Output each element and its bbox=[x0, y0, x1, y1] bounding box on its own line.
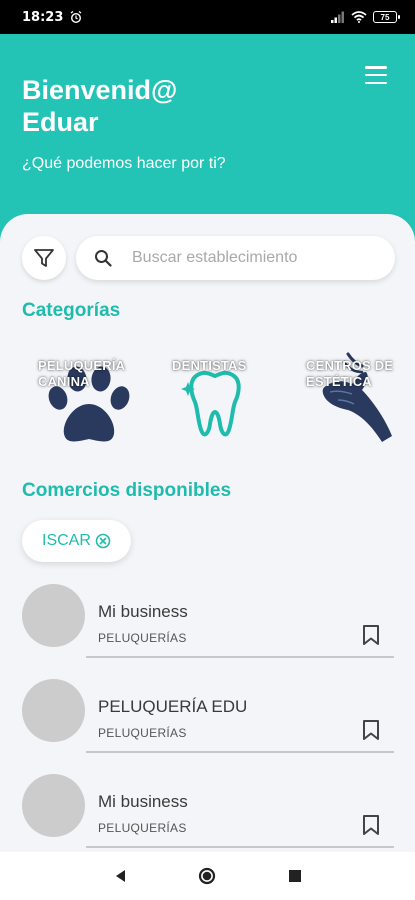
status-time: 18:23 bbox=[22, 9, 64, 25]
business-list-item[interactable]: Mi business PELUQUERÍAS bbox=[0, 578, 415, 673]
header-subtitle: ¿Qué podemos hacer por ti? bbox=[22, 155, 226, 172]
recents-square-icon[interactable] bbox=[286, 867, 304, 885]
category-label: PELUQUERÍA CANINA bbox=[38, 358, 125, 389]
hamburger-menu-icon[interactable] bbox=[365, 66, 387, 84]
business-list-item[interactable]: PELUQUERÍA EDU PELUQUERÍAS bbox=[0, 673, 415, 768]
bookmark-icon[interactable] bbox=[361, 624, 381, 646]
active-filter-label: ISCAR bbox=[42, 532, 91, 549]
bookmark-icon[interactable] bbox=[361, 814, 381, 836]
greeting-user-name: Eduar bbox=[22, 107, 99, 137]
business-avatar bbox=[22, 774, 85, 837]
battery-icon: 75 bbox=[373, 11, 400, 23]
divider bbox=[86, 751, 394, 753]
status-bar: 18:23 75 bbox=[0, 0, 415, 34]
search-row bbox=[22, 236, 395, 280]
divider bbox=[86, 656, 394, 658]
tooth-icon bbox=[181, 370, 241, 437]
filter-button[interactable] bbox=[22, 236, 66, 280]
signal-icon bbox=[331, 11, 344, 23]
greeting: Bienvenid@ Eduar bbox=[22, 74, 177, 138]
wifi-icon bbox=[351, 11, 367, 23]
category-centros-estetica[interactable]: CENTROS DE ESTÉTICA bbox=[290, 340, 414, 458]
business-category: PELUQUERÍAS bbox=[98, 631, 187, 645]
active-filter-chip[interactable]: ISCAR bbox=[22, 520, 131, 562]
business-category: PELUQUERÍAS bbox=[98, 726, 187, 740]
category-peluqueria-canina[interactable]: PELUQUERÍA CANINA bbox=[22, 340, 146, 458]
business-avatar bbox=[22, 679, 85, 742]
battery-level: 75 bbox=[380, 12, 390, 22]
business-name: Mi business bbox=[98, 792, 188, 811]
business-name: PELUQUERÍA EDU bbox=[98, 697, 248, 716]
category-label: DENTISTAS bbox=[172, 358, 247, 373]
main-content: Categorías PELUQUERÍA CANINA DENTISTAS C… bbox=[0, 214, 415, 852]
home-circle-icon[interactable] bbox=[198, 867, 216, 885]
search-icon bbox=[95, 250, 112, 267]
categories-title: Categorías bbox=[22, 300, 121, 321]
search-input[interactable] bbox=[132, 249, 362, 267]
category-dentistas[interactable]: DENTISTAS bbox=[156, 340, 280, 458]
categories-carousel[interactable]: PELUQUERÍA CANINA DENTISTAS CENTROS DE E… bbox=[22, 340, 415, 460]
business-category: PELUQUERÍAS bbox=[98, 821, 187, 835]
system-nav-bar bbox=[0, 852, 415, 900]
back-triangle-icon[interactable] bbox=[112, 867, 130, 885]
business-name: Mi business bbox=[98, 602, 188, 621]
businesses-title: Comercios disponibles bbox=[22, 480, 232, 501]
alarm-icon bbox=[71, 10, 82, 24]
divider bbox=[86, 846, 394, 848]
businesses-list: Mi business PELUQUERÍAS PELUQUERÍA EDU P… bbox=[0, 578, 415, 852]
bookmark-icon[interactable] bbox=[361, 719, 381, 741]
search-box[interactable] bbox=[76, 236, 395, 280]
close-circle-icon[interactable] bbox=[95, 533, 111, 549]
greeting-line-1: Bienvenid@ bbox=[22, 75, 178, 105]
business-avatar bbox=[22, 584, 85, 647]
filter-icon bbox=[34, 249, 54, 267]
category-label: CENTROS DE ESTÉTICA bbox=[306, 358, 394, 389]
business-list-item[interactable]: Mi business PELUQUERÍAS bbox=[0, 768, 415, 852]
